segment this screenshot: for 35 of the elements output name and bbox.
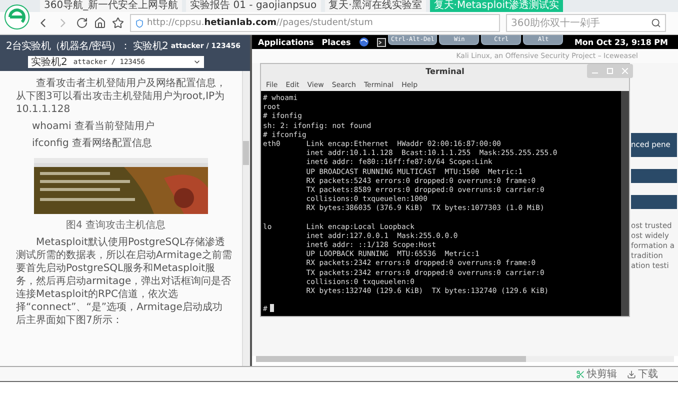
machine-name: 实验机2 — [133, 40, 168, 53]
description-text: Metasploit默认使用PostgreSQL存储渗透测试所需的数据表，所以在启动Armitage之前需要首先启动PostgreSQL服务和Metasploit服务，然后再启动armitage，弹出对话框询问是否连接Metasploit的RPC信道，依次选择“connect”、“是”选项，Armitage启动成功后主界面如下图7所示： — [16, 236, 232, 327]
instruction-text: ifconfig 查看网络配置信息 — [31, 137, 154, 150]
bookmark-button[interactable] — [112, 17, 124, 29]
page-band — [631, 169, 677, 183]
machines-label: 2台实验机（机器名/密码）： — [6, 40, 130, 53]
home-button[interactable] — [94, 17, 106, 29]
figure-caption: 图4 查询攻击主机信息 — [65, 218, 167, 232]
status-button[interactable]: 快剪辑 — [576, 367, 617, 381]
dropdown-icon — [193, 58, 201, 66]
reload-button[interactable] — [76, 17, 88, 29]
search-icon — [651, 18, 661, 28]
panel-menu[interactable]: Applications — [258, 38, 314, 46]
page-band — [631, 195, 677, 209]
shield-icon — [135, 18, 144, 28]
terminal-title: Terminal — [426, 66, 464, 76]
star-icon — [112, 17, 124, 29]
status-button[interactable]: 下载 — [627, 367, 658, 381]
machine-option: 实验机2 — [31, 55, 68, 69]
terminal-icon — [376, 38, 386, 46]
address-bar[interactable]: http://cppsu.hetianlab.com//pages/student/stum — [130, 14, 500, 32]
maximize-icon[interactable] — [606, 68, 613, 74]
scissors-icon — [576, 370, 585, 378]
url-text: http://cppsu.hetianlab.com//pages/student/stum — [147, 18, 374, 28]
scrollbar-thumb[interactable] — [256, 356, 526, 362]
download-icon — [627, 370, 636, 378]
panel-menu[interactable]: Places — [322, 38, 351, 46]
instruction-text: 查看攻击者主机登陆用户及网络配置信息，从下图3可以看出攻击主机登陆用户为root,IP为10.1.1.128 — [16, 77, 227, 116]
close-icon[interactable] — [622, 68, 628, 74]
globe-icon — [358, 37, 369, 47]
home-icon — [94, 17, 106, 29]
reload-icon — [76, 17, 88, 29]
clock-text: Mon Oct 23, 9:18 PM — [574, 38, 668, 46]
instruction-text: whoami 查看当前登陆用户 — [31, 120, 156, 133]
scrollbar-thumb[interactable] — [243, 141, 249, 165]
